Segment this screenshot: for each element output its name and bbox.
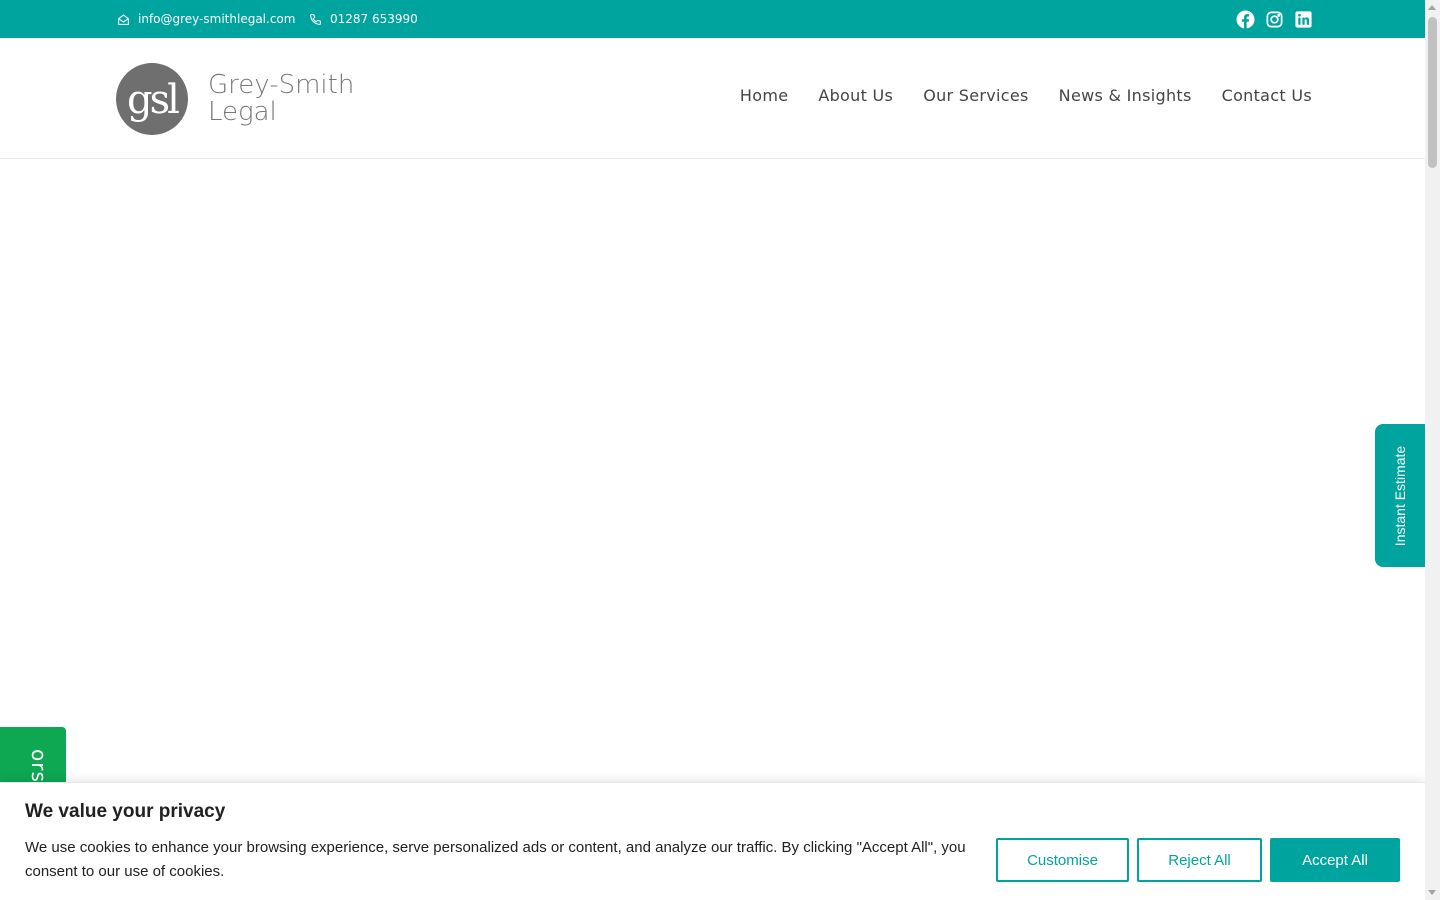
- logo-line-1: Grey-Smith: [208, 70, 355, 100]
- nav-news-insights[interactable]: News & Insights: [1059, 86, 1192, 105]
- logo-wordmark: Grey-Smith Legal: [208, 72, 354, 126]
- nav-our-services[interactable]: Our Services: [923, 86, 1028, 105]
- cookie-consent-banner: We value your privacy We use cookies to …: [0, 782, 1425, 900]
- facebook-icon[interactable]: [1236, 9, 1255, 29]
- main-nav: Home About Us Our Services News & Insigh…: [740, 38, 1312, 153]
- left-side-tab-label: ors: [27, 749, 51, 783]
- contact-phone[interactable]: 01287 653990: [309, 0, 418, 38]
- envelope-open-icon: [118, 13, 129, 25]
- customise-button[interactable]: Customise: [996, 838, 1129, 882]
- phone-icon: [310, 13, 321, 25]
- nav-contact-us[interactable]: Contact Us: [1222, 86, 1312, 105]
- nav-about-us[interactable]: About Us: [818, 86, 893, 105]
- contact-email-text: info@grey-smithlegal.com: [138, 12, 296, 26]
- cookie-title: We value your privacy: [25, 801, 226, 822]
- nav-home[interactable]: Home: [740, 86, 788, 105]
- scroll-down-arrow-icon[interactable]: [1428, 890, 1436, 895]
- site-logo[interactable]: gsl Grey-Smith Legal: [116, 63, 354, 135]
- scroll-up-arrow-icon[interactable]: [1428, 5, 1436, 10]
- site-header: gsl Grey-Smith Legal Home About Us Our S…: [0, 38, 1425, 159]
- instant-estimate-tab[interactable]: Instant Estimate: [1375, 424, 1425, 567]
- social-links: [1236, 0, 1313, 38]
- cookie-description: We use cookies to enhance your browsing …: [25, 839, 966, 880]
- logo-mark: gsl: [116, 63, 188, 135]
- instant-estimate-label: Instant Estimate: [1392, 445, 1409, 546]
- reject-all-button[interactable]: Reject All: [1137, 838, 1262, 882]
- linkedin-icon[interactable]: [1294, 10, 1313, 29]
- contact-email[interactable]: info@grey-smithlegal.com: [117, 0, 295, 38]
- top-info-bar: info@grey-smithlegal.com 01287 653990: [0, 0, 1425, 38]
- accept-all-button[interactable]: Accept All: [1270, 838, 1400, 882]
- logo-line-2: Legal: [208, 97, 277, 127]
- contact-phone-text: 01287 653990: [330, 12, 418, 26]
- instagram-icon[interactable]: [1265, 10, 1284, 29]
- page-scrollbar[interactable]: [1425, 0, 1440, 900]
- scrollbar-thumb[interactable]: [1428, 17, 1437, 168]
